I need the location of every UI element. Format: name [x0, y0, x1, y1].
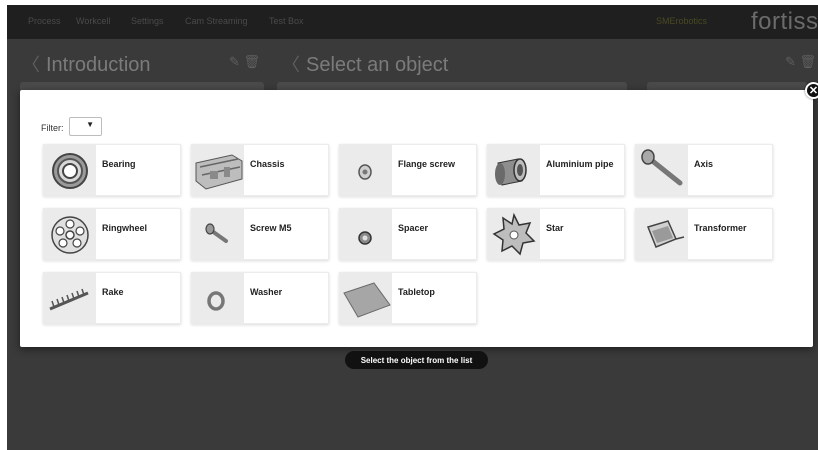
- object-card-tabletop[interactable]: Tabletop: [339, 272, 477, 325]
- filter-dropdown[interactable]: ▼: [69, 117, 102, 136]
- brand-subtitle: SMErobotics: [656, 16, 708, 26]
- nav-cam-streaming[interactable]: Cam Streaming: [185, 16, 248, 26]
- chevron-left-icon[interactable]: 〈: [22, 55, 40, 75]
- axis-icon: [636, 145, 688, 197]
- object-card-chassis[interactable]: Chassis: [191, 144, 329, 197]
- star-gear-icon: [488, 209, 540, 261]
- object-label: Transformer: [694, 223, 747, 233]
- object-label: Aluminium pipe: [546, 159, 614, 169]
- object-card-washer[interactable]: Washer: [191, 272, 329, 325]
- nav-workcell[interactable]: Workcell: [76, 16, 110, 26]
- object-grid: Bearing Chassis Flange screw Aluminium p…: [43, 144, 783, 328]
- object-card-star[interactable]: Star: [487, 208, 625, 261]
- object-label: Spacer: [398, 223, 429, 233]
- object-card-rake[interactable]: Rake: [43, 272, 181, 325]
- chassis-icon: [192, 145, 244, 197]
- app-window: Process Workcell Settings Cam Streaming …: [7, 5, 818, 450]
- spacer-icon: [340, 209, 392, 261]
- object-card-flange-screw[interactable]: Flange screw: [339, 144, 477, 197]
- close-modal-button[interactable]: ✕: [805, 82, 818, 99]
- object-label: Bearing: [102, 159, 136, 169]
- screw-icon: [192, 209, 244, 261]
- washer-icon: [192, 273, 244, 325]
- panel-title-text: Select an object: [306, 54, 449, 76]
- object-label: Tabletop: [398, 287, 435, 297]
- object-label: Star: [546, 223, 564, 233]
- object-label: Ringwheel: [102, 223, 148, 233]
- top-navigation-bar: Process Workcell Settings Cam Streaming …: [7, 5, 818, 39]
- object-card-screw-m5[interactable]: Screw M5: [191, 208, 329, 261]
- nav-process[interactable]: Process: [28, 16, 61, 26]
- flange-screw-icon: [340, 145, 392, 197]
- object-label: Axis: [694, 159, 714, 169]
- object-label: Rake: [102, 287, 124, 297]
- aluminium-pipe-icon: [488, 145, 540, 197]
- object-card-ringwheel[interactable]: Ringwheel: [43, 208, 181, 261]
- object-label: Screw M5: [250, 223, 292, 233]
- caret-down-icon: ▼: [86, 120, 94, 129]
- chevron-left-icon[interactable]: 〈: [282, 55, 300, 75]
- ringwheel-icon: [44, 209, 96, 261]
- nav-settings[interactable]: Settings: [131, 16, 164, 26]
- object-card-aluminium-pipe[interactable]: Aluminium pipe: [487, 144, 625, 197]
- panel-title-select-object: 〈 Select an object: [282, 51, 448, 77]
- nav-test-box[interactable]: Test Box: [269, 16, 304, 26]
- transformer-icon: [636, 209, 688, 261]
- tabletop-icon: [340, 273, 392, 325]
- object-picker-modal: Filter: ▼ Bearing Chassis Flange screw A…: [20, 90, 813, 347]
- panel-tools-left[interactable]: ✎ 🗑: [229, 54, 260, 70]
- object-card-bearing[interactable]: Bearing: [43, 144, 181, 197]
- rake-icon: [44, 273, 96, 325]
- panel-tools-right[interactable]: ✎ 🗑: [785, 54, 816, 70]
- brand-logo: fortiss: [751, 8, 818, 35]
- object-card-spacer[interactable]: Spacer: [339, 208, 477, 261]
- panel-title-text: Introduction: [46, 54, 151, 76]
- object-card-axis[interactable]: Axis: [635, 144, 773, 197]
- object-label: Chassis: [250, 159, 285, 169]
- object-label: Flange screw: [398, 159, 456, 169]
- bearing-icon: [44, 145, 96, 197]
- object-label: Washer: [250, 287, 283, 297]
- panel-title-introduction: 〈 Introduction: [22, 51, 151, 77]
- hint-toast: Select the object from the list: [345, 351, 488, 369]
- filter-label: Filter:: [41, 123, 64, 133]
- object-card-transformer[interactable]: Transformer: [635, 208, 773, 261]
